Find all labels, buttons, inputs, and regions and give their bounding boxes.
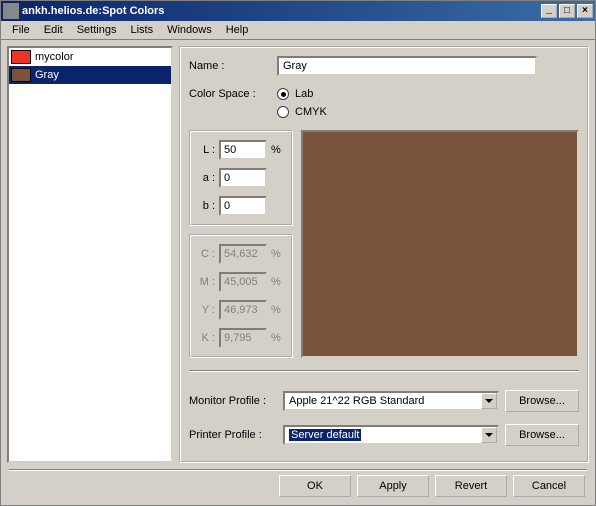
- colorspace-cmyk-radio[interactable]: CMYK: [277, 106, 327, 118]
- list-item-label: Gray: [35, 69, 59, 81]
- window-title: ankh.helios.de:Spot Colors: [22, 5, 539, 17]
- ok-button[interactable]: OK: [279, 475, 351, 497]
- browse-monitor-button[interactable]: Browse...: [505, 390, 579, 412]
- maximize-button[interactable]: □: [559, 4, 575, 18]
- monitor-profile-label: Monitor Profile :: [189, 395, 277, 407]
- b-input[interactable]: [219, 196, 267, 216]
- radio-icon: [277, 88, 289, 100]
- printer-profile-label: Printer Profile :: [189, 429, 277, 441]
- a-input[interactable]: [219, 168, 267, 188]
- percent-label: %: [271, 248, 285, 260]
- menubar: File Edit Settings Lists Windows Help: [1, 21, 595, 40]
- app-icon: [3, 3, 19, 19]
- b-label: b :: [197, 200, 215, 212]
- colorspace-lab-radio[interactable]: Lab: [277, 88, 313, 100]
- name-label: Name :: [189, 60, 277, 72]
- k-input: [219, 328, 267, 348]
- list-item[interactable]: Gray: [9, 66, 171, 84]
- menu-lists[interactable]: Lists: [123, 22, 160, 38]
- c-label: C :: [197, 248, 215, 260]
- colorspace-label: Color Space :: [189, 88, 277, 100]
- cancel-button[interactable]: Cancel: [513, 475, 585, 497]
- menu-file[interactable]: File: [5, 22, 37, 38]
- app-window: ankh.helios.de:Spot Colors _ □ × File Ed…: [0, 0, 596, 506]
- list-item-label: mycolor: [35, 51, 74, 63]
- y-label: Y :: [197, 304, 215, 316]
- m-label: M :: [197, 276, 215, 288]
- cmyk-group: C : % M : % Y : %: [189, 234, 293, 358]
- list-item[interactable]: mycolor: [9, 48, 171, 66]
- c-input: [219, 244, 267, 264]
- main-panel: Name : Color Space : Lab CMYK: [179, 46, 589, 463]
- minimize-button[interactable]: _: [541, 4, 557, 18]
- l-input[interactable]: [219, 140, 267, 160]
- percent-label: %: [271, 144, 285, 156]
- select-value: Apple 21^22 RGB Standard: [289, 395, 424, 407]
- color-list[interactable]: mycolor Gray: [7, 46, 173, 463]
- l-label: L :: [197, 144, 215, 156]
- menu-windows[interactable]: Windows: [160, 22, 219, 38]
- content-area: mycolor Gray Name : Color Space : Lab: [1, 40, 595, 469]
- name-input[interactable]: [277, 56, 537, 76]
- color-swatch: [11, 50, 31, 64]
- a-label: a :: [197, 172, 215, 184]
- printer-profile-select[interactable]: Server default: [283, 425, 499, 445]
- color-preview: [301, 130, 579, 358]
- menu-help[interactable]: Help: [219, 22, 256, 38]
- menu-edit[interactable]: Edit: [37, 22, 70, 38]
- y-input: [219, 300, 267, 320]
- radio-icon: [277, 106, 289, 118]
- apply-button[interactable]: Apply: [357, 475, 429, 497]
- titlebar[interactable]: ankh.helios.de:Spot Colors _ □ ×: [1, 1, 595, 21]
- close-button[interactable]: ×: [577, 4, 593, 18]
- color-swatch: [11, 68, 31, 82]
- select-value: Server default: [289, 429, 361, 441]
- dialog-buttons: OK Apply Revert Cancel: [1, 471, 595, 505]
- revert-button[interactable]: Revert: [435, 475, 507, 497]
- menu-settings[interactable]: Settings: [70, 22, 124, 38]
- lab-group: L : % a : b :: [189, 130, 293, 226]
- percent-label: %: [271, 332, 285, 344]
- k-label: K :: [197, 332, 215, 344]
- chevron-down-icon[interactable]: [481, 393, 497, 409]
- radio-label: Lab: [295, 88, 313, 100]
- radio-label: CMYK: [295, 106, 327, 118]
- percent-label: %: [271, 276, 285, 288]
- percent-label: %: [271, 304, 285, 316]
- divider: [189, 370, 579, 372]
- monitor-profile-select[interactable]: Apple 21^22 RGB Standard: [283, 391, 499, 411]
- browse-printer-button[interactable]: Browse...: [505, 424, 579, 446]
- chevron-down-icon[interactable]: [481, 427, 497, 443]
- m-input: [219, 272, 267, 292]
